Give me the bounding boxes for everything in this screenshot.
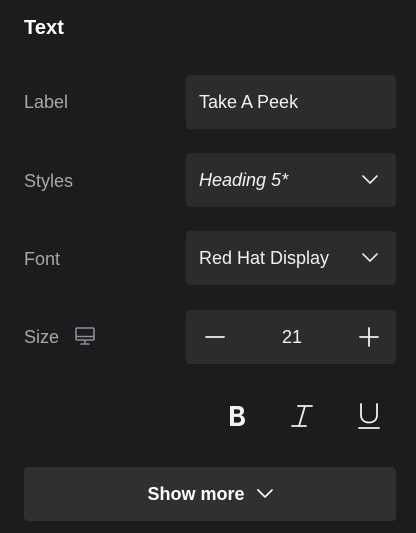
- bold-icon[interactable]: [219, 398, 255, 434]
- show-more-button[interactable]: Show more: [24, 467, 396, 521]
- chevron-down-icon: [256, 489, 273, 499]
- label-row-label: Label: [24, 92, 69, 112]
- plus-icon[interactable]: [358, 326, 380, 348]
- font-select-value: Red Hat Display: [199, 247, 330, 268]
- size-row-label: Size: [24, 327, 60, 347]
- show-more-label: Show more: [147, 483, 245, 504]
- font-select[interactable]: Red Hat Display: [186, 231, 396, 285]
- styles-select[interactable]: Heading 5*: [186, 153, 396, 207]
- font-row-label: Font: [24, 249, 61, 269]
- section-title: Text: [24, 17, 65, 39]
- chevron-down-icon: [361, 249, 379, 267]
- styles-row-label: Styles: [24, 171, 74, 191]
- monitor-icon[interactable]: [74, 326, 96, 346]
- styles-select-value: Heading 5*: [199, 169, 289, 190]
- chevron-down-icon: [361, 171, 379, 189]
- size-stepper[interactable]: 21: [186, 310, 396, 364]
- text-settings-panel: Text Label Styles Heading 5* Font Red Ha…: [0, 0, 416, 533]
- size-value[interactable]: 21: [282, 327, 302, 348]
- italic-icon[interactable]: [284, 398, 320, 434]
- minus-icon[interactable]: [204, 326, 226, 348]
- label-field[interactable]: [186, 75, 396, 129]
- label-input[interactable]: [199, 91, 383, 113]
- underline-icon[interactable]: [351, 398, 387, 434]
